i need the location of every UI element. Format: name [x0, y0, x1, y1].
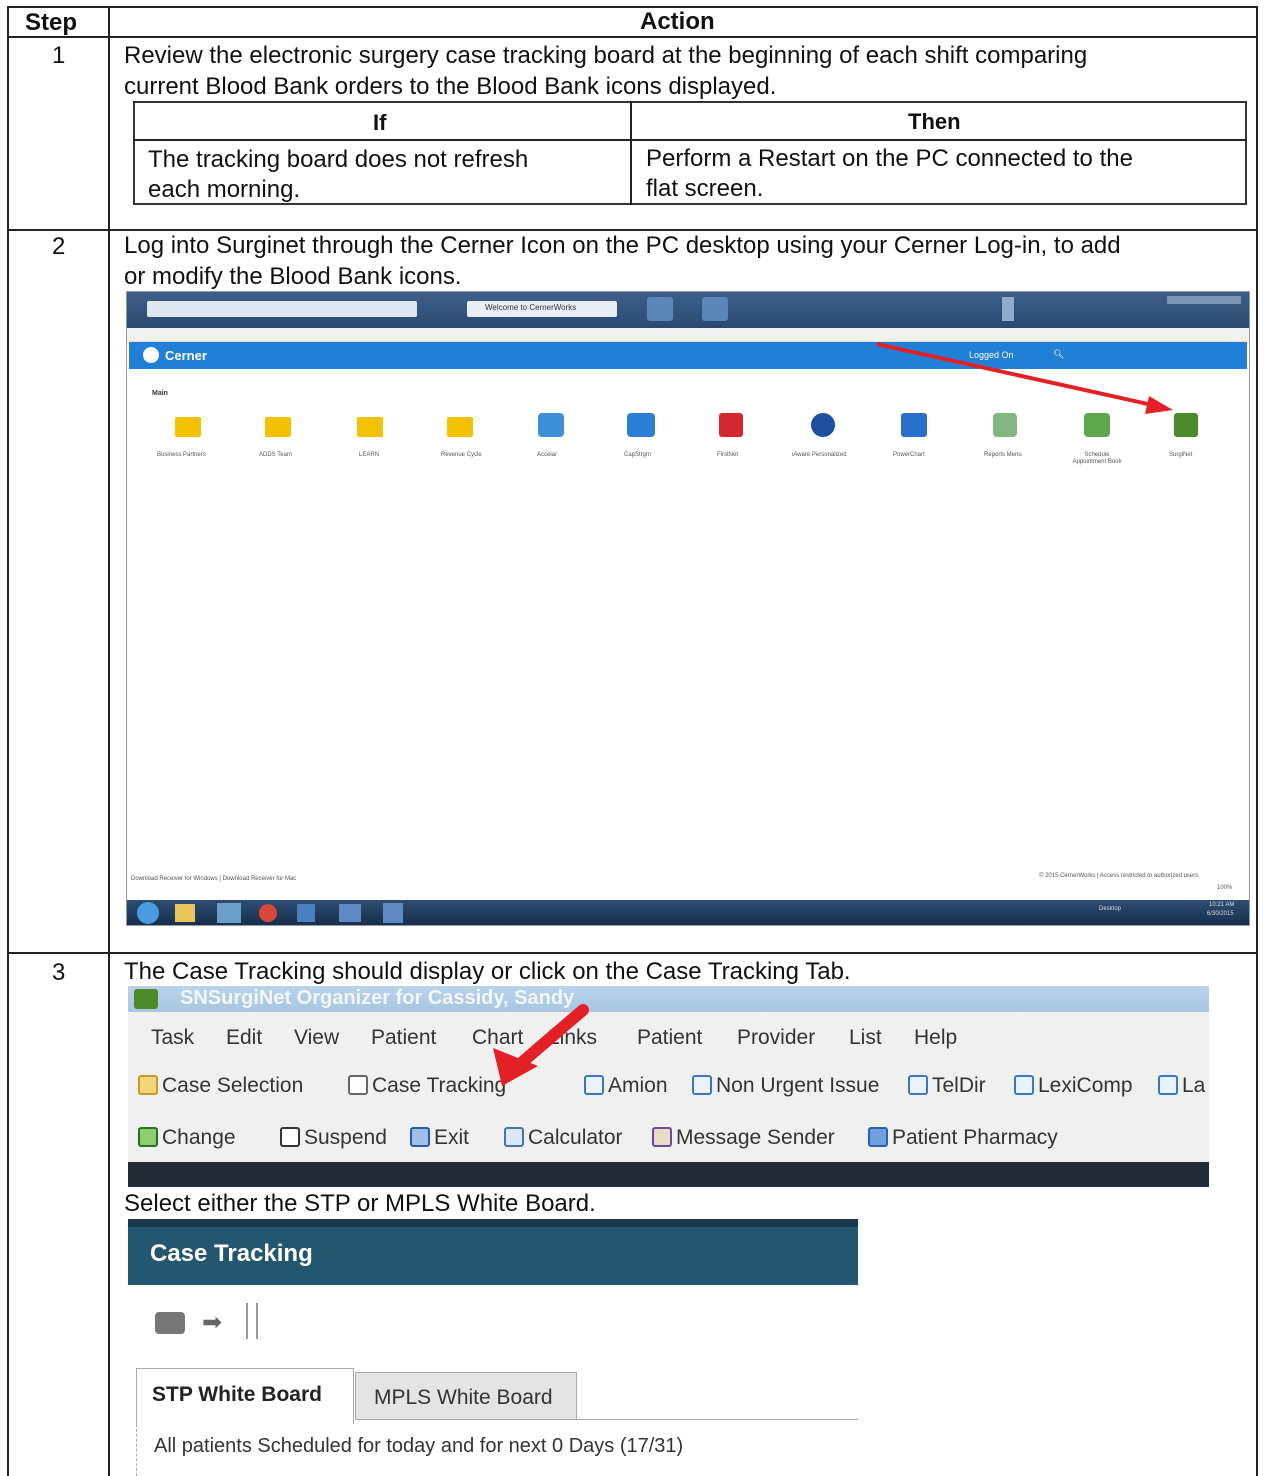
header-action: Action: [640, 8, 715, 35]
app-taskbar-icon[interactable]: [217, 903, 241, 923]
if-then-divider: [133, 139, 1247, 141]
then-text: Perform a Restart on the PC connected to…: [646, 145, 1133, 172]
step3-text: The Case Tracking should display or clic…: [124, 958, 851, 985]
separator: [256, 1303, 258, 1339]
camera-icon[interactable]: [155, 1312, 185, 1334]
header-divider: [7, 36, 1258, 38]
then-text: flat screen.: [646, 175, 764, 202]
separator: [246, 1303, 248, 1339]
tab-stp-label: STP White Board: [152, 1383, 322, 1406]
explorer-icon[interactable]: [175, 904, 195, 922]
zoom-level[interactable]: 100%: [1217, 885, 1232, 891]
tab-mpls-label: MPLS White Board: [374, 1386, 553, 1409]
app-taskbar-icon[interactable]: [339, 904, 361, 922]
cerner-portal-screenshot: Welcome to CernerWorks Cerner Logged On …: [126, 291, 1250, 926]
step-number: 2: [52, 233, 66, 260]
row2-divider: [7, 952, 1258, 954]
if-text: The tracking board does not refresh: [148, 146, 529, 173]
windows-taskbar: [127, 900, 1249, 925]
step2-text: or modify the Blood Bank icons.: [124, 263, 462, 290]
chrome-icon[interactable]: [259, 904, 277, 922]
tab-baseline: [577, 1419, 858, 1420]
table-top-border: [7, 6, 1258, 8]
footer-copyright: © 2015 CernerWorks | Access restricted t…: [1039, 873, 1199, 879]
case-tracking-title: Case Tracking: [150, 1240, 313, 1267]
case-tracking-header: Case Tracking: [128, 1219, 858, 1285]
then-header: Then: [908, 109, 961, 134]
if-header: If: [373, 110, 387, 135]
surginet-organizer-screenshot: SNSurgiNet Organizer for Cassidy, Sandy …: [128, 986, 1209, 1187]
step2-text: Log into Surginet through the Cerner Ico…: [124, 232, 1121, 259]
footer-links[interactable]: Download Receiver for Windows | Download…: [131, 876, 296, 882]
app-taskbar-icon[interactable]: [297, 904, 315, 922]
column-divider: [108, 6, 110, 1476]
app-taskbar-icon[interactable]: [383, 903, 403, 923]
annotation-arrow: [493, 1004, 589, 1086]
scheduled-patients-summary: All patients Scheduled for today and for…: [154, 1435, 684, 1457]
tab-stp-white-board[interactable]: STP White Board: [136, 1368, 354, 1424]
if-text: each morning.: [148, 176, 301, 203]
desktop-label[interactable]: Desktop: [1099, 906, 1121, 912]
step-number: 1: [52, 42, 66, 69]
table-left-border: [7, 6, 9, 1476]
clock-date: 6/30/2015: [1207, 911, 1234, 917]
table-right-border: [1256, 6, 1258, 1476]
start-button-icon[interactable]: [137, 902, 159, 924]
step3-instruction: Select either the STP or MPLS White Boar…: [124, 1190, 596, 1217]
if-then-column-divider: [630, 101, 632, 205]
step-number: 3: [52, 959, 66, 986]
tab-mpls-white-board[interactable]: MPLS White Board: [355, 1372, 577, 1420]
arrow-right-icon[interactable]: ➡: [202, 1308, 222, 1337]
step1-text: Review the electronic surgery case track…: [124, 42, 1088, 69]
header-step: Step: [25, 9, 78, 36]
clock-time: 10:21 AM: [1209, 902, 1235, 908]
annotation-arrow: [876, 342, 1173, 414]
step1-text: current Blood Bank orders to the Blood B…: [124, 73, 777, 100]
tab-content-border: [136, 1424, 137, 1476]
